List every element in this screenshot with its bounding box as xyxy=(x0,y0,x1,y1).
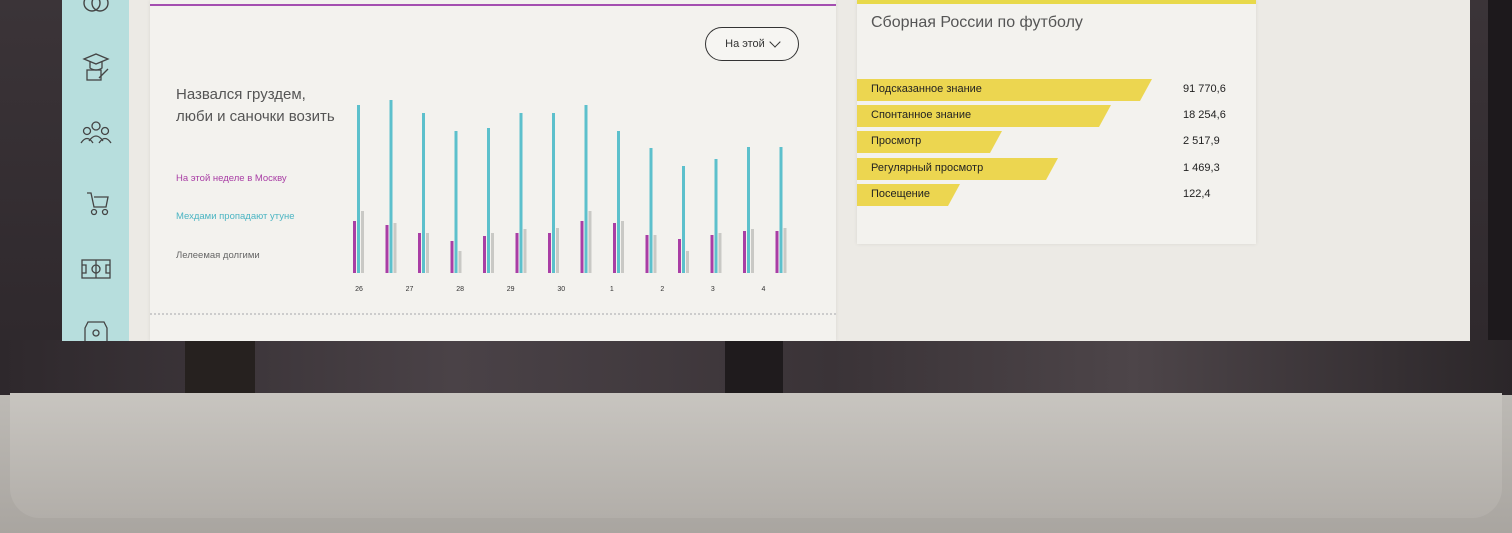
funnel-label: Регулярный просмотр xyxy=(871,162,984,174)
funnel-value: 1 469,3 xyxy=(1183,162,1220,174)
funnel-row: Спонтанное знание 18 254,6 xyxy=(857,105,1256,127)
chevron-down-icon xyxy=(769,36,781,48)
funnel-row: Подсказанное знание 91 770,6 xyxy=(857,79,1256,101)
group-icon[interactable] xyxy=(79,117,113,151)
monitor-edge xyxy=(1488,0,1512,395)
bar-purple xyxy=(483,236,486,273)
x-tick-label: 29 xyxy=(507,286,515,293)
funnel-label: Посещение xyxy=(871,188,931,200)
bar-purple xyxy=(353,221,356,273)
x-tick-label: 1 xyxy=(610,286,614,293)
bar-purple xyxy=(775,231,779,273)
bar-purple xyxy=(418,233,421,273)
bar-purple xyxy=(515,233,519,273)
bar-teal xyxy=(649,148,653,273)
funnel-value: 91 770,6 xyxy=(1183,83,1226,95)
legend-item-2: Мехдами пропадают утуне xyxy=(176,211,295,222)
funnel-panel: Сборная России по футболу Подсказанное з… xyxy=(857,0,1256,244)
monitor-stand xyxy=(725,340,783,395)
funnel-value: 122,4 xyxy=(1183,188,1211,200)
funnel-value: 2 517,9 xyxy=(1183,135,1220,147)
bar-purple xyxy=(580,221,584,273)
x-tick-label: 27 xyxy=(406,286,414,293)
bar-teal xyxy=(422,113,425,273)
funnel-row: Регулярный просмотр 1 469,3 xyxy=(857,158,1256,180)
x-tick-label: 2 xyxy=(660,286,664,293)
rings-icon[interactable] xyxy=(79,0,113,20)
app-screen: На этой Назвался груздем, люби и саночки… xyxy=(62,0,1470,341)
x-tick-label: 26 xyxy=(355,286,363,293)
bar-grey xyxy=(718,233,722,273)
funnel-row: Посещение 122,4 xyxy=(857,184,1256,206)
bar-teal xyxy=(584,105,588,273)
stroller-icon[interactable] xyxy=(79,185,113,219)
bar-teal xyxy=(682,166,685,273)
panel-accent-line xyxy=(857,0,1256,4)
bar-teal xyxy=(357,105,360,273)
legend-item-1: На этой неделе в Москву xyxy=(176,173,287,184)
bar-teal xyxy=(552,113,555,273)
bar-grey xyxy=(653,235,657,273)
bar-grey xyxy=(458,251,462,273)
bar-teal xyxy=(487,128,490,273)
period-dropdown[interactable]: На этой xyxy=(705,27,799,61)
legend-item-3: Лелеемая долгими xyxy=(176,250,260,261)
sidebar xyxy=(62,0,129,341)
bar-grey xyxy=(556,228,559,273)
bar-purple xyxy=(385,225,389,273)
football-field-icon[interactable] xyxy=(79,252,113,286)
funnel-title: Сборная России по футболу xyxy=(871,14,1083,31)
bar-grey xyxy=(523,229,527,273)
monitor-base xyxy=(10,393,1502,518)
chart-panel: На этой Назвался груздем, люби и саночки… xyxy=(150,0,836,341)
funnel-label: Спонтанное знание xyxy=(871,109,972,121)
x-tick-label: 28 xyxy=(456,286,464,293)
x-tick-label: 3 xyxy=(711,286,715,293)
x-tick-label: 4 xyxy=(761,286,765,293)
period-dropdown-label: На этой xyxy=(725,38,765,50)
bar-purple xyxy=(678,239,681,273)
funnel-value: 18 254,6 xyxy=(1183,109,1226,121)
bar-purple xyxy=(710,235,714,273)
bar-grey xyxy=(393,223,397,273)
bar-teal xyxy=(519,113,523,273)
panel-accent-line xyxy=(150,4,836,6)
bar-grey xyxy=(621,221,624,273)
bar-purple xyxy=(613,223,616,273)
bar-teal xyxy=(389,100,393,273)
bar-teal xyxy=(714,159,718,273)
monitor-shadow xyxy=(185,340,255,395)
funnel-label: Подсказанное знание xyxy=(871,83,982,95)
bar-purple xyxy=(645,235,649,273)
bar-grey xyxy=(751,229,754,273)
x-tick-label: 30 xyxy=(557,286,565,293)
bar-teal xyxy=(617,131,620,273)
bar-grey xyxy=(686,251,689,273)
bar-teal xyxy=(779,147,783,273)
bar-grey xyxy=(588,211,592,273)
bar-grey xyxy=(361,211,364,273)
bar-purple xyxy=(450,241,454,273)
graduate-icon[interactable] xyxy=(79,50,113,84)
bar-purple xyxy=(548,233,551,273)
bar-grey xyxy=(783,228,787,273)
bar-teal xyxy=(747,147,750,273)
bar-purple xyxy=(743,231,746,273)
bar-grey xyxy=(426,233,429,273)
bar-chart: 26 27 28 29 30 1 2 3 4 xyxy=(353,100,787,293)
funnel-row: Просмотр 2 517,9 xyxy=(857,131,1256,153)
divider xyxy=(150,313,836,315)
bar-teal xyxy=(454,131,458,273)
chart-title: Назвался груздем, люби и саночки возить xyxy=(176,86,335,125)
funnel-label: Просмотр xyxy=(871,135,922,147)
bar-grey xyxy=(491,233,494,273)
badge-icon[interactable] xyxy=(79,316,113,341)
